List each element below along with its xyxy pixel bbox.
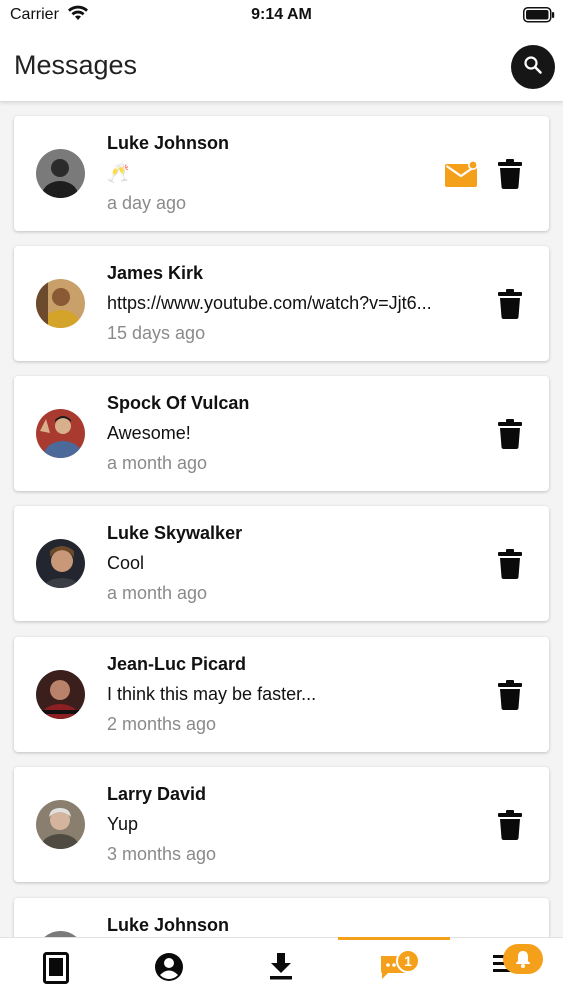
account-icon [155, 953, 183, 981]
message-time: a month ago [107, 453, 208, 473]
message-snippet: 🥂 [107, 163, 130, 183]
trash-icon [498, 419, 522, 449]
message-card[interactable]: Luke Johnson 🥂 a day ago [14, 116, 549, 231]
avatar [36, 800, 85, 849]
avatar [36, 149, 85, 198]
status-bar: Carrier 9:14 AM [0, 0, 563, 30]
message-time: 15 days ago [107, 323, 206, 343]
message-card[interactable]: James Kirk https://www.youtube.com/watch… [14, 246, 549, 361]
avatar [36, 409, 85, 458]
delete-button[interactable] [498, 809, 522, 841]
message-card[interactable]: Larry David Yup 3 months ago [14, 767, 549, 882]
message-snippet: Yup [107, 814, 139, 834]
search-icon [523, 55, 543, 80]
trash-icon [498, 159, 522, 189]
tab-downloads[interactable] [225, 938, 337, 1000]
message-card[interactable]: Spock Of Vulcan Awesome! a month ago [14, 376, 549, 491]
message-card[interactable]: Luke Skywalker Cool a month ago [14, 506, 549, 621]
bell-icon [516, 951, 530, 968]
trash-icon [498, 680, 522, 710]
search-button[interactable] [511, 45, 555, 89]
sender-name: Luke Skywalker [107, 523, 243, 543]
message-list[interactable]: Luke Johnson 🥂 a day ago James Kirk http… [0, 104, 563, 937]
unread-count-badge: 1 [396, 949, 420, 973]
avatar [36, 279, 85, 328]
unread-mail-icon[interactable] [445, 160, 479, 193]
message-time: 3 months ago [107, 844, 217, 864]
sender-name: Spock Of Vulcan [107, 393, 250, 413]
message-time: a month ago [107, 583, 208, 603]
delete-button[interactable] [498, 158, 522, 190]
message-snippet: https://www.youtube.com/watch?v=Jjt6... [107, 293, 432, 313]
trash-icon [498, 549, 522, 579]
tab-menu[interactable] [451, 938, 563, 1000]
tab-profile[interactable] [113, 938, 225, 1000]
message-time: 2 months ago [107, 714, 217, 734]
status-time: 9:14 AM [251, 6, 312, 23]
page-title: Messages [14, 50, 138, 80]
avatar [36, 670, 85, 719]
tab-messages[interactable]: 1 [338, 938, 450, 1000]
message-snippet: Cool [107, 553, 145, 573]
message-snippet: Awesome! [107, 423, 191, 443]
sender-name: Luke Johnson [107, 915, 230, 935]
sender-name: Luke Johnson [107, 133, 230, 153]
message-snippet: I think this may be faster... [107, 684, 317, 704]
trash-icon [498, 289, 522, 319]
sender-name: Jean-Luc Picard [107, 654, 247, 674]
battery-icon [523, 7, 555, 28]
message-time: a day ago [107, 193, 187, 213]
delete-button[interactable] [498, 548, 522, 580]
download-icon [270, 953, 292, 980]
sender-name: James Kirk [107, 263, 204, 283]
delete-button[interactable] [498, 288, 522, 320]
notification-badge [503, 944, 543, 974]
message-card[interactable]: Jean-Luc Picard I think this may be fast… [14, 637, 549, 752]
delete-button[interactable] [498, 679, 522, 711]
app-header: Messages [0, 30, 563, 102]
book-icon [43, 952, 69, 984]
message-card[interactable]: Luke Johnson [14, 898, 549, 937]
avatar [36, 539, 85, 588]
sender-name: Larry David [107, 784, 207, 804]
delete-button[interactable] [498, 418, 522, 450]
tab-library[interactable] [0, 938, 112, 1000]
bottom-navigation: 1 [0, 937, 563, 1000]
trash-icon [498, 810, 522, 840]
